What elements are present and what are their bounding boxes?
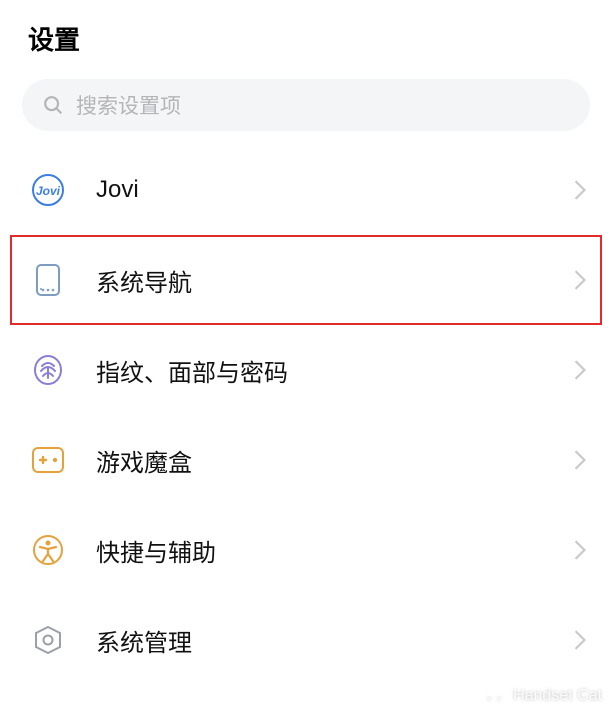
search-icon: [42, 94, 64, 116]
system-mgmt-icon: [30, 622, 66, 658]
accessibility-icon: [30, 532, 66, 568]
fingerprint-icon: [30, 352, 66, 388]
game-box-icon: [30, 442, 66, 478]
jovi-icon: Jovi: [30, 172, 66, 208]
chevron-right-icon: [574, 540, 586, 560]
chevron-right-icon: [574, 450, 586, 470]
list-item-label: Jovi: [96, 176, 574, 204]
list-item-label: 系统管理: [96, 623, 574, 658]
chevron-right-icon: [574, 270, 586, 290]
list-item-label: 指纹、面部与密码: [96, 353, 574, 388]
list-item-jovi[interactable]: Jovi Jovi: [0, 145, 612, 235]
watermark-logo-icon: ⌄⌄: [481, 683, 507, 709]
list-item-shortcut-accessibility[interactable]: 快捷与辅助: [0, 505, 612, 595]
list-item-label: 系统导航: [96, 263, 574, 298]
list-item-game-box[interactable]: 游戏魔盒: [0, 415, 612, 505]
chevron-right-icon: [574, 180, 586, 200]
watermark: ⌄⌄ Handset Cat: [481, 683, 602, 709]
list-item-system-management[interactable]: 系统管理: [0, 595, 612, 685]
watermark-text: Handset Cat: [513, 687, 602, 705]
search-input[interactable]: 搜索设置项: [22, 79, 590, 131]
list-item-fingerprint-face-password[interactable]: 指纹、面部与密码: [0, 325, 612, 415]
chevron-right-icon: [574, 630, 586, 650]
phone-nav-icon: [30, 262, 66, 298]
svg-text:Jovi: Jovi: [36, 184, 61, 198]
list-item-system-navigation[interactable]: 系统导航: [10, 235, 602, 325]
list-item-label: 快捷与辅助: [96, 533, 574, 568]
chevron-right-icon: [574, 360, 586, 380]
settings-list: Jovi Jovi 系统导航: [0, 139, 612, 685]
search-placeholder: 搜索设置项: [76, 90, 181, 120]
list-item-label: 游戏魔盒: [96, 443, 574, 478]
page-title: 设置: [0, 0, 612, 75]
